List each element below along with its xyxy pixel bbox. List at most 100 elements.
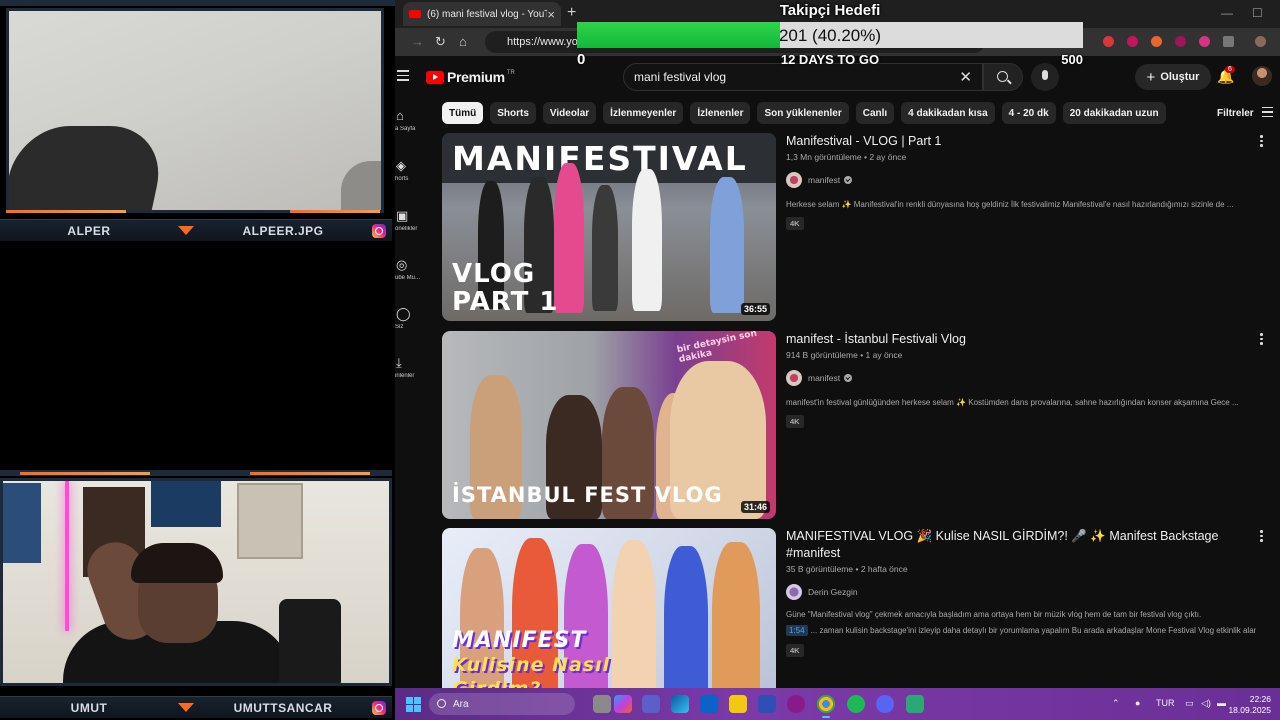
video-title[interactable]: Manifestival - VLOG | Part 1 [786, 133, 1256, 150]
chip-4-20-min[interactable]: 4 - 20 dk [1001, 102, 1056, 124]
video-views: 35 B görüntüleme [786, 564, 854, 574]
extension-icon[interactable] [1151, 36, 1162, 47]
tab-youtube[interactable]: (6) mani festival vlog - YouTube × [403, 2, 561, 26]
youtube-logo[interactable]: Premium TR [426, 69, 515, 85]
teams-icon[interactable] [642, 695, 660, 713]
more-actions-icon[interactable] [1260, 333, 1263, 347]
task-view-icon[interactable] [593, 695, 611, 713]
chip-live[interactable]: Canlı [855, 102, 895, 124]
channel-name[interactable]: manifest [808, 373, 840, 383]
taskbar-search[interactable]: Ara [429, 693, 575, 715]
video-description: Güne "Manifestival vlog" çekmek amacıyla… [786, 610, 1202, 619]
close-tab-icon[interactable]: × [547, 7, 555, 22]
stream-overlay-panel: ALPER ALPEER.JPG UMUT UMUTTSANCAR [0, 0, 395, 720]
clock-date: 18.09.2025 [1228, 705, 1271, 715]
chip-over-20-min[interactable]: 20 dakikadan uzun [1062, 102, 1166, 124]
copilot-icon[interactable] [614, 695, 632, 713]
logo-text: Premium [447, 69, 505, 85]
language-indicator[interactable]: TUR [1156, 698, 1175, 708]
voice-search-icon[interactable] [1031, 63, 1059, 91]
extension-icon[interactable] [1103, 36, 1114, 47]
guide-item-subscriptions[interactable]: ▣ onelikler [395, 208, 425, 232]
channel-avatar[interactable] [786, 584, 802, 600]
guide-item-downloads[interactable]: ⤓ irilenler [395, 355, 425, 379]
app-icon[interactable] [787, 695, 805, 713]
discord-icon[interactable] [876, 695, 894, 713]
channel-name[interactable]: manifest [808, 175, 840, 185]
store-icon[interactable] [758, 695, 776, 713]
tray-app-icon[interactable]: ● [1135, 698, 1140, 708]
video-title[interactable]: manifest - İstanbul Festivali Vlog [786, 331, 1256, 348]
thumbnail-banner-text: bir detaysin son dakika [676, 331, 758, 366]
more-actions-icon[interactable] [1260, 135, 1263, 149]
search-input[interactable]: mani festival vlog ✕ [623, 63, 983, 91]
guide-item-home[interactable]: ⌂ a Sayfa [395, 108, 425, 132]
battery-icon[interactable]: ▬ [1217, 698, 1226, 708]
spotify-icon[interactable] [847, 695, 865, 713]
video-thumbnail[interactable]: bir detaysin son dakika İSTANBUL FEST VL… [442, 331, 776, 519]
extensions-puzzle-icon[interactable] [1223, 36, 1234, 47]
chip-watched[interactable]: İzlenenler [690, 102, 751, 124]
extension-icon[interactable] [1175, 36, 1186, 47]
minimize-icon[interactable]: — [1221, 6, 1233, 20]
menu-icon[interactable] [397, 70, 409, 84]
video-info: Manifestival - VLOG | Part 1 1,3 Mn görü… [786, 133, 1256, 231]
channel-row[interactable]: Derin Gezgin [786, 584, 1256, 600]
clear-search-icon[interactable]: ✕ [959, 68, 972, 86]
thumbnail-subtitle-text: Kulisine Nasıl [452, 654, 611, 676]
network-icon[interactable]: ▭ [1185, 698, 1194, 709]
maximize-icon[interactable]: ☐ [1252, 6, 1263, 20]
outlook-icon[interactable] [700, 695, 718, 713]
more-actions-icon[interactable] [1260, 530, 1263, 544]
windows-start-icon[interactable] [406, 697, 421, 712]
video-thumbnail[interactable]: MANIFESTIVAL VLOG PART 1 36:55 [442, 133, 776, 321]
chapter-text: ... zaman kulisin backstage'ini izleyip … [810, 626, 1256, 635]
quality-badge: 4K [786, 217, 804, 230]
chip-under-4-min[interactable]: 4 dakikadan kısa [901, 102, 995, 124]
channel-row[interactable]: manifest [786, 370, 1256, 386]
app-icon[interactable] [906, 695, 924, 713]
new-tab-icon[interactable]: + [567, 4, 576, 22]
chip-all[interactable]: Tümü [442, 102, 484, 124]
video-meta: 35 B görüntüleme • 2 hafta önce [786, 564, 908, 574]
home-icon[interactable]: ⌂ [459, 34, 467, 49]
extension-icon[interactable] [1127, 36, 1138, 47]
create-button[interactable]: + Oluştur [1135, 64, 1211, 90]
profile-avatar-icon[interactable] [1255, 36, 1266, 47]
guide-item-you[interactable]: ◯ Siz [395, 306, 425, 330]
instagram-icon [372, 700, 386, 715]
chip-unwatched[interactable]: İzlenmeyenler [603, 102, 684, 124]
instagram-icon [372, 223, 386, 238]
video-thumbnail[interactable]: MANIFEST Kulisine Nasıl Girdim? [442, 528, 776, 688]
taskbar-clock[interactable]: 22:26 18.09.2025 [1227, 694, 1271, 716]
extension-icon[interactable] [1199, 36, 1210, 47]
guide-item-shorts[interactable]: ◈ horts [395, 158, 425, 182]
channel-name[interactable]: Derin Gezgin [808, 587, 858, 597]
guide-item-youtube-music[interactable]: ◎ ube Mu... [395, 257, 425, 281]
video-title[interactable]: MANIFESTIVAL VLOG 🎉 Kulise NASIL GİRDİM?… [786, 528, 1256, 562]
thumbnail-figure [612, 540, 656, 688]
tray-overflow-icon[interactable]: ⌃ [1112, 698, 1120, 709]
verified-icon [844, 176, 853, 184]
chip-videos[interactable]: Videolar [542, 102, 597, 124]
edge-icon[interactable] [671, 695, 689, 713]
youtube-favicon-icon [409, 10, 421, 18]
chapter-timestamp[interactable]: 1:54 [786, 625, 808, 636]
forward-icon[interactable]: → [411, 34, 424, 49]
volume-icon[interactable]: ◁) [1201, 698, 1211, 709]
channel-avatar[interactable] [786, 172, 802, 188]
reload-icon[interactable]: ↻ [435, 34, 446, 50]
led-strip [65, 481, 69, 631]
channel-avatar[interactable] [786, 370, 802, 386]
address-bar[interactable]: https://www.yout [485, 31, 985, 53]
chrome-icon[interactable] [817, 695, 835, 718]
file-explorer-icon[interactable] [729, 695, 747, 713]
notification-count-badge: 6 [1225, 66, 1235, 73]
channel-row[interactable]: manifest [786, 172, 1256, 188]
filters-button[interactable]: Filtreler [1217, 107, 1273, 120]
youtube-play-icon [426, 70, 444, 84]
search-button[interactable] [983, 63, 1023, 91]
account-avatar[interactable] [1252, 66, 1272, 86]
chip-recently-uploaded[interactable]: Son yüklenenler [757, 102, 849, 124]
chip-shorts[interactable]: Shorts [490, 102, 536, 124]
